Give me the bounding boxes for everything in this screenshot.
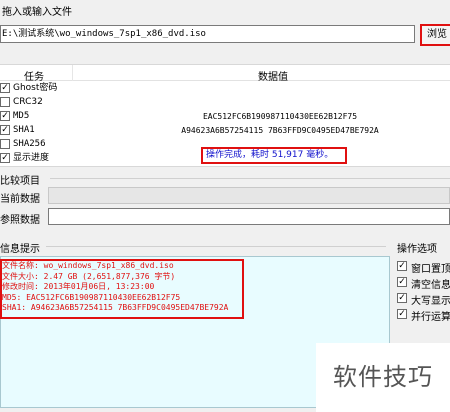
info-line-filesize: 文件大小: 2.47 GB (2,651,877,376 字节) — [2, 271, 176, 281]
current-data-field — [48, 187, 450, 204]
info-line-modified: 修改时间: 2013年01月06日, 13:23:00 — [2, 282, 155, 291]
checkbox-ghost[interactable]: ✓ — [0, 83, 10, 93]
info-section-label: 信息提示 — [0, 244, 40, 255]
checkbox-clear-info[interactable]: ✓ — [397, 277, 407, 287]
column-divider — [72, 65, 73, 81]
option-label: 大写显示 — [411, 296, 450, 307]
option-label: 并行运算 — [411, 312, 450, 323]
option-topmost[interactable]: ✓ 窗口置顶 — [397, 258, 450, 275]
checkbox-uppercase[interactable]: ✓ — [397, 293, 407, 303]
option-uppercase[interactable]: ✓ 大写显示 — [397, 290, 450, 307]
sha1-value: A94623A6B57254115 7B63FFD9C0495ED47BE792… — [181, 126, 379, 135]
info-text: 文件名称: wo_windows_7sp1_x86_dvd.iso 文件大小: … — [2, 261, 228, 314]
compare-divider — [50, 178, 450, 179]
row-label: SHA256 — [13, 139, 46, 149]
reference-data-label: 参照数据 — [0, 215, 40, 226]
option-label: 窗口置顶 — [411, 264, 450, 275]
row-label: Ghost密码 — [13, 83, 58, 93]
current-data-label: 当前数据 — [0, 194, 40, 205]
table-row-ghost[interactable]: ✓ Ghost密码 — [0, 82, 450, 95]
table-header: 任务 数据值 — [0, 65, 450, 83]
data-column-header: 数据值 — [258, 72, 288, 83]
info-line-md5: MD5: EAC512FC6B190987110430EE62B12F75 — [2, 292, 181, 302]
drop-file-label: 拖入或输入文件 — [2, 7, 72, 18]
info-divider — [46, 246, 386, 247]
info-line-filename: 文件名称: wo_windows_7sp1_x86_dvd.iso — [2, 261, 174, 270]
compare-section-label: 比较项目 — [0, 176, 40, 187]
table-row-md5[interactable]: ✓ MD5 EAC512FC6B190987110430EE62B12F75 — [0, 110, 450, 123]
row-label: CRC32 — [13, 97, 43, 107]
task-column-header: 任务 — [24, 72, 44, 83]
checkbox-crc32[interactable] — [0, 97, 10, 107]
row-label: 显示进度 — [13, 153, 50, 163]
reference-data-input[interactable] — [48, 208, 450, 225]
checkbox-topmost[interactable]: ✓ — [397, 261, 407, 271]
checkbox-sha256[interactable] — [0, 139, 10, 149]
option-clear-info[interactable]: ✓ 清空信息 — [397, 274, 450, 291]
browse-button[interactable]: 浏览 — [420, 24, 450, 46]
file-path-input[interactable]: E:\测试系统\wo_windows_7sp1_x86_dvd.iso — [0, 25, 415, 43]
option-parallel[interactable]: ✓ 并行运算 — [397, 306, 450, 323]
checkbox-parallel[interactable]: ✓ — [397, 309, 407, 319]
row-label: MD5 — [13, 111, 30, 121]
option-label: 清空信息 — [411, 280, 450, 291]
table-row-crc32[interactable]: CRC32 — [0, 96, 450, 109]
table-row-sha1[interactable]: ✓ SHA1 A94623A6B57254115 7B63FFD9C0495ED… — [0, 124, 450, 137]
status-message: 操作完成，耗时 51,917 毫秒。 — [201, 147, 347, 164]
checkbox-show-progress[interactable]: ✓ — [0, 153, 10, 163]
options-section-label: 操作选项 — [397, 244, 437, 255]
watermark: 软件技巧 — [316, 343, 450, 412]
checkbox-sha1[interactable]: ✓ — [0, 125, 10, 135]
checkbox-md5[interactable]: ✓ — [0, 111, 10, 121]
row-label: SHA1 — [13, 125, 35, 135]
info-line-sha1: SHA1: A94623A6B57254115 7B63FFD9C0495ED4… — [2, 303, 229, 312]
md5-value: EAC512FC6B190987110430EE62B12F75 — [202, 112, 358, 121]
